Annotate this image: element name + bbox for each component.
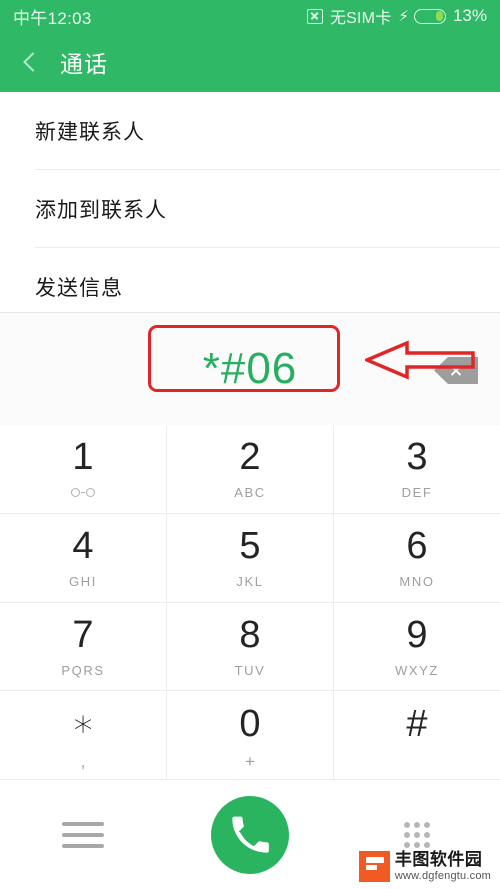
watermark-url: www.dgfengtu.com	[394, 869, 491, 882]
dial-display-panel: *#06	[0, 312, 500, 425]
key-letters: MNO	[399, 574, 435, 590]
key-digit: 2	[239, 436, 261, 479]
key-digit: 1	[72, 436, 94, 479]
menu-button-slot	[0, 821, 167, 848]
status-indicators: 无SIM卡 ⚡ 13%	[306, 4, 487, 28]
key-hash[interactable]: #	[334, 691, 500, 780]
key-digit: ∗	[71, 702, 95, 745]
key-digit: 7	[72, 613, 94, 656]
key-digit: 0	[239, 702, 261, 745]
keypad-row: ∗ , 0 + #	[0, 691, 500, 780]
battery-percent-label: 13%	[452, 6, 487, 25]
sim-status-label: 无SIM卡	[329, 10, 392, 27]
keypad-row: 7 PQRS 8 TUV 9 WXYZ	[0, 602, 500, 692]
key-digit: 6	[406, 525, 428, 568]
app-header: 通话	[0, 32, 500, 92]
watermark-name: 丰图软件园	[394, 850, 483, 870]
key-0[interactable]: 0 +	[167, 691, 334, 780]
context-menu-list: 新建联系人 添加到联系人 发送信息	[0, 92, 500, 325]
page-title: 通话	[60, 51, 108, 77]
voicemail-icon	[71, 485, 95, 499]
call-button-slot	[167, 795, 334, 874]
key-6[interactable]: 6 MNO	[334, 514, 500, 603]
watermark: 丰图软件园 www.dgfengtu.com	[353, 848, 496, 885]
menu-item-label: 发送信息	[35, 276, 123, 300]
key-star[interactable]: ∗ ,	[0, 691, 167, 780]
dialpad-button-slot	[333, 821, 500, 848]
battery-fill	[436, 11, 444, 21]
hamburger-menu-icon[interactable]	[62, 821, 105, 848]
watermark-text: 丰图软件园 www.dgfengtu.com	[394, 850, 491, 882]
menu-item-label: 新建联系人	[35, 120, 145, 144]
key-letters: TUV	[234, 662, 266, 678]
status-time: 中午12:03	[13, 8, 92, 28]
key-digit: 9	[406, 613, 428, 656]
no-signal-icon	[306, 8, 323, 24]
dialpad-keypad: 1 2 ABC 3 DEF 4 GHI 5 JKL 6 MNO 7 PQRS 8…	[0, 425, 500, 780]
dialpad-dots-icon[interactable]	[402, 821, 432, 848]
key-2[interactable]: 2 ABC	[167, 425, 334, 514]
key-4[interactable]: 4 GHI	[0, 513, 167, 603]
key-digit: #	[406, 702, 428, 745]
key-digit: 4	[72, 525, 94, 568]
dialed-number[interactable]: *#06	[203, 344, 298, 394]
key-digit: 8	[239, 613, 261, 656]
keypad-row: 4 GHI 5 JKL 6 MNO	[0, 513, 500, 603]
key-1[interactable]: 1	[0, 425, 167, 514]
key-letters: DEF	[401, 485, 433, 501]
phone-screen: 中午12:03 无SIM卡 ⚡ 13% 通话 新建联系人 添加到联系人 发送信息	[0, 0, 500, 889]
call-button[interactable]	[211, 795, 289, 874]
key-5[interactable]: 5 JKL	[167, 513, 334, 603]
backspace-delete-icon[interactable]	[434, 357, 478, 384]
key-letters: WXYZ	[395, 662, 439, 678]
lightning-bolt-icon: ⚡	[398, 7, 409, 25]
fengtu-logo-icon	[358, 851, 390, 882]
key-9[interactable]: 9 WXYZ	[334, 603, 500, 692]
key-digit: 3	[406, 436, 428, 479]
key-3[interactable]: 3 DEF	[334, 425, 500, 514]
backspace-x-glyph	[450, 364, 463, 377]
key-letters: ABC	[234, 485, 266, 501]
key-secondary: ,	[80, 751, 86, 771]
menu-item-add-to-contact[interactable]: 添加到联系人	[0, 170, 500, 247]
keypad-row: 1 2 ABC 3 DEF	[0, 425, 500, 514]
phone-call-icon	[232, 816, 269, 853]
key-letters: JKL	[236, 574, 264, 590]
key-letters: PQRS	[61, 662, 105, 678]
chevron-left-icon[interactable]	[22, 54, 38, 70]
battery-icon	[413, 8, 446, 24]
key-7[interactable]: 7 PQRS	[0, 602, 167, 692]
key-digit: 5	[239, 525, 261, 568]
key-secondary: +	[245, 751, 255, 771]
key-letters: GHI	[69, 574, 97, 590]
menu-item-label: 添加到联系人	[35, 198, 167, 222]
menu-item-new-contact[interactable]: 新建联系人	[0, 92, 500, 169]
status-bar: 中午12:03 无SIM卡 ⚡ 13%	[0, 0, 500, 32]
key-8[interactable]: 8 TUV	[167, 602, 334, 692]
